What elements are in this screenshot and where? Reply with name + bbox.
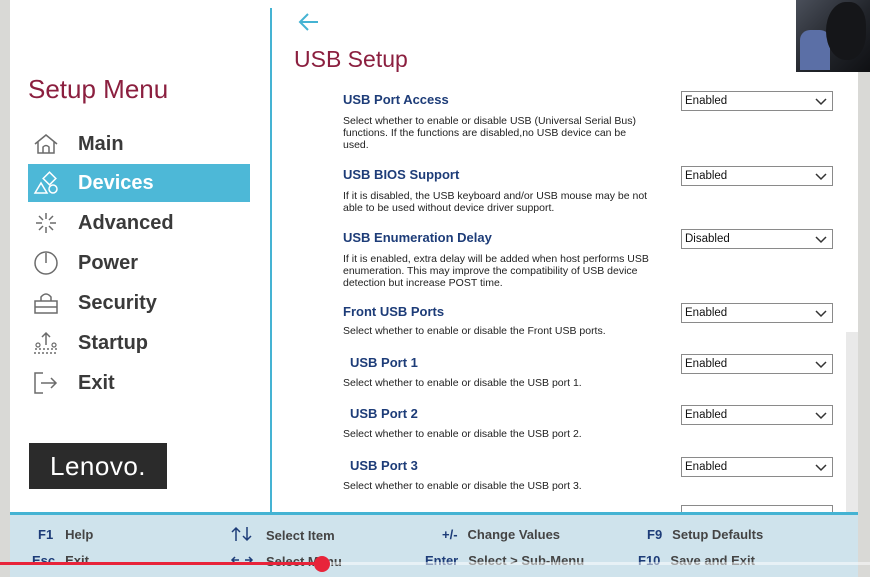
- chevron-down-icon: [815, 310, 827, 318]
- nav-item-advanced[interactable]: Advanced: [28, 204, 250, 242]
- f1-key: F1: [38, 527, 54, 542]
- select-item-hint: Select Item: [230, 526, 335, 545]
- help-label: Help: [65, 527, 94, 542]
- exit-icon: [32, 369, 60, 397]
- lock-icon: [32, 289, 60, 317]
- f10-key: F10: [638, 553, 661, 568]
- select-value: Enabled: [685, 358, 728, 370]
- setting-label: USB BIOS Support: [343, 167, 460, 182]
- front-usb-ports-select[interactable]: Enabled: [681, 303, 833, 323]
- video-progress-fill: [0, 562, 322, 565]
- esc-key-hint: Esc Exit: [32, 553, 89, 568]
- back-arrow-icon[interactable]: [297, 10, 321, 34]
- usb-port-1-select[interactable]: Enabled: [681, 354, 833, 374]
- chevron-down-icon: [815, 464, 827, 472]
- exit-label: Exit: [65, 553, 89, 568]
- chevron-down-icon: [815, 361, 827, 369]
- lenovo-logo: Lenovo.: [29, 443, 167, 489]
- setting-description: Select whether to enable or disable USB …: [343, 115, 636, 151]
- save-exit-hint: F10 Save and Exit: [638, 553, 755, 568]
- nav-label-devices: Devices: [78, 171, 154, 194]
- sidebar-divider: [270, 8, 272, 512]
- webcam-overlay: [796, 0, 870, 72]
- advanced-icon: [32, 209, 60, 237]
- setting-description: Select whether to enable or disable the …: [343, 480, 582, 492]
- logo-text: Lenovo.: [49, 450, 147, 481]
- key-help-footer: F1 Help Esc Exit Select Item Select Menu…: [10, 512, 858, 577]
- nav-item-exit[interactable]: Exit: [28, 364, 250, 402]
- setting-usb-port-1: USB Port 1 Select whether to enable or d…: [343, 355, 680, 389]
- setup-defaults-hint: F9 Setup Defaults: [647, 527, 763, 542]
- change-values-label: Change Values: [467, 527, 561, 542]
- nav-label-exit: Exit: [78, 371, 115, 394]
- setting-usb-port-access: USB Port Access Select whether to enable…: [343, 92, 673, 151]
- nav-item-devices[interactable]: Devices: [28, 164, 250, 202]
- nav-item-security[interactable]: Security: [28, 284, 250, 322]
- bios-setup-window: Setup Menu Main Devices Advanced Power S…: [10, 0, 858, 577]
- sub-menu-label: Select > Sub-Menu: [468, 553, 585, 568]
- setting-label: USB Enumeration Delay: [343, 230, 492, 245]
- setting-description: If it is enabled, extra delay will be ad…: [343, 253, 649, 289]
- usb-bios-support-select[interactable]: Enabled: [681, 166, 833, 186]
- setting-label: USB Port 1: [350, 355, 418, 370]
- setting-label: Front USB Ports: [343, 304, 445, 319]
- nav-label-main: Main: [78, 132, 124, 155]
- usb-port-2-select[interactable]: Enabled: [681, 405, 833, 425]
- setting-description: Select whether to enable or disable the …: [343, 428, 582, 440]
- chevron-down-icon: [815, 98, 827, 106]
- enter-key-hint: Enter Select > Sub-Menu: [425, 553, 584, 568]
- nav-label-advanced: Advanced: [78, 211, 174, 234]
- usb-port-3-select[interactable]: Enabled: [681, 457, 833, 477]
- plus-minus-key: +/-: [442, 527, 458, 542]
- startup-icon: [32, 329, 60, 357]
- nav-item-power[interactable]: Power: [28, 244, 250, 282]
- devices-icon: [32, 169, 60, 197]
- nav-label-startup: Startup: [78, 331, 148, 354]
- usb-enumeration-delay-select[interactable]: Disabled: [681, 229, 833, 249]
- webcam-person-head: [826, 2, 866, 60]
- setup-menu-title: Setup Menu: [28, 74, 169, 104]
- change-values-hint: +/- Change Values: [442, 527, 560, 542]
- esc-key: Esc: [32, 553, 56, 568]
- chevron-down-icon: [815, 412, 827, 420]
- setting-label: USB Port Access: [343, 92, 449, 107]
- setting-description: If it is disabled, the USB keyboard and/…: [343, 190, 648, 214]
- home-icon: [32, 130, 60, 158]
- setting-usb-enumeration-delay: USB Enumeration Delay If it is enabled, …: [343, 230, 673, 289]
- nav-item-startup[interactable]: Startup: [28, 324, 250, 362]
- setting-description: Select whether to enable or disable the …: [343, 325, 606, 337]
- select-item-label: Select Item: [266, 528, 335, 543]
- setting-label: USB Port 2: [350, 406, 418, 421]
- nav-label-power: Power: [78, 251, 139, 274]
- up-down-arrows-icon: [230, 526, 254, 545]
- f9-key: F9: [647, 527, 663, 542]
- power-icon: [32, 249, 60, 277]
- select-value: Enabled: [685, 307, 728, 319]
- page-title: USB Setup: [294, 46, 408, 72]
- select-value: Enabled: [685, 95, 728, 107]
- select-value: Disabled: [685, 233, 730, 245]
- select-value: Enabled: [685, 409, 728, 421]
- usb-port-access-select[interactable]: Enabled: [681, 91, 833, 111]
- setting-description: Select whether to enable or disable the …: [343, 377, 582, 389]
- help-key-hint: F1 Help: [38, 527, 93, 542]
- video-progress-handle[interactable]: [313, 556, 330, 572]
- select-value: Enabled: [685, 170, 728, 182]
- nav-item-main[interactable]: Main: [28, 125, 250, 163]
- chevron-down-icon: [815, 236, 827, 244]
- setting-usb-port-3: USB Port 3 Select whether to enable or d…: [343, 458, 680, 492]
- select-value: Enabled: [685, 461, 728, 473]
- nav-label-security: Security: [78, 291, 157, 314]
- setting-usb-port-2: USB Port 2 Select whether to enable or d…: [343, 406, 680, 440]
- save-exit-label: Save and Exit: [670, 553, 755, 568]
- setting-front-usb-ports: Front USB Ports Select whether to enable…: [343, 304, 673, 337]
- setup-defaults-label: Setup Defaults: [672, 527, 764, 542]
- sidebar: Setup Menu Main Devices Advanced Power S…: [10, 0, 272, 510]
- scrollbar-thumb[interactable]: [846, 332, 858, 512]
- enter-key: Enter: [425, 553, 459, 568]
- chevron-down-icon: [815, 173, 827, 181]
- setting-usb-bios-support: USB BIOS Support If it is disabled, the …: [343, 167, 673, 214]
- setting-label: USB Port 3: [350, 458, 418, 473]
